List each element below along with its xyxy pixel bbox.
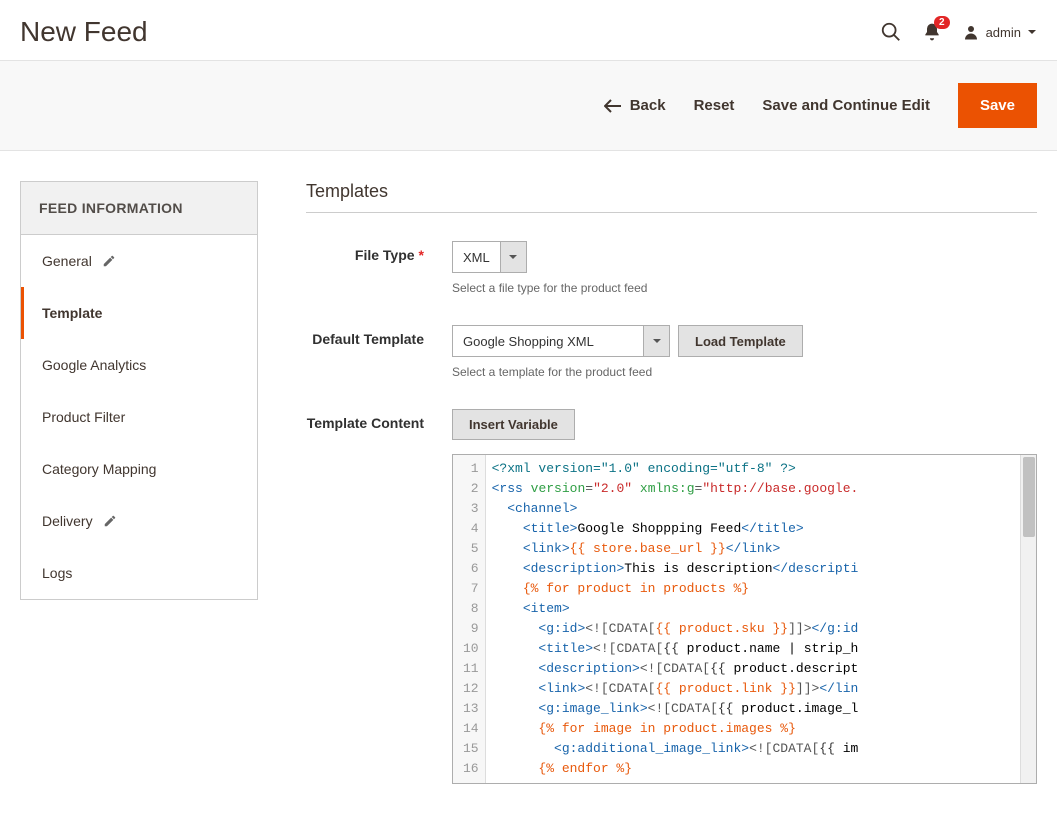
file-type-value: XML — [453, 242, 500, 272]
sidebar-item-general[interactable]: General — [21, 235, 257, 287]
insert-variable-button[interactable]: Insert Variable — [452, 409, 575, 440]
sidebar-item-label: Category Mapping — [42, 461, 156, 477]
sidebar-item-logs[interactable]: Logs — [21, 547, 257, 599]
action-bar: Back Reset Save and Continue Edit Save — [0, 60, 1057, 151]
template-content-label: Template Content — [306, 409, 452, 431]
sidebar-item-label: Delivery — [42, 513, 93, 529]
sidebar-header: FEED INFORMATION — [21, 182, 257, 235]
code-gutter: 12345678910111213141516 — [453, 455, 486, 783]
sidebar-item-category-mapping[interactable]: Category Mapping — [21, 443, 257, 495]
back-label: Back — [630, 97, 666, 114]
search-icon[interactable] — [880, 21, 902, 43]
sidebar-item-label: Template — [42, 305, 102, 321]
section-title: Templates — [306, 181, 1037, 213]
scrollbar-vertical[interactable] — [1020, 455, 1036, 783]
sidebar-item-product-filter[interactable]: Product Filter — [21, 391, 257, 443]
user-menu[interactable]: admin — [962, 23, 1037, 41]
file-type-select[interactable]: XML — [452, 241, 527, 273]
save-continue-button[interactable]: Save and Continue Edit — [762, 97, 930, 114]
notification-badge: 2 — [934, 16, 950, 29]
back-button[interactable]: Back — [604, 97, 666, 114]
sidebar-item-google-analytics[interactable]: Google Analytics — [21, 339, 257, 391]
sidebar-item-label: Google Analytics — [42, 357, 146, 373]
code-editor[interactable]: 12345678910111213141516 <?xml version="1… — [452, 454, 1037, 784]
sidebar: FEED INFORMATION General Template Google… — [20, 181, 258, 600]
sidebar-item-label: Logs — [42, 565, 72, 581]
sidebar-item-delivery[interactable]: Delivery — [21, 495, 257, 547]
pencil-icon — [102, 254, 116, 268]
chevron-down-icon — [500, 242, 526, 272]
notifications-icon[interactable]: 2 — [922, 22, 942, 42]
sidebar-item-label: Product Filter — [42, 409, 125, 425]
page-title: New Feed — [20, 16, 148, 48]
code-body[interactable]: <?xml version="1.0" encoding="utf-8" ?><… — [486, 455, 1020, 783]
username: admin — [986, 25, 1021, 40]
pencil-icon — [103, 514, 117, 528]
default-template-hint: Select a template for the product feed — [452, 365, 1037, 379]
file-type-label: File Type* — [306, 241, 452, 263]
reset-label: Reset — [694, 97, 735, 114]
default-template-value: Google Shopping XML — [453, 326, 643, 356]
chevron-down-icon — [643, 326, 669, 356]
save-continue-label: Save and Continue Edit — [762, 97, 930, 114]
save-button[interactable]: Save — [958, 83, 1037, 128]
scrollbar-thumb[interactable] — [1023, 457, 1035, 537]
user-icon — [962, 23, 980, 41]
load-template-button[interactable]: Load Template — [678, 325, 803, 357]
sidebar-item-template[interactable]: Template — [21, 287, 257, 339]
default-template-label: Default Template — [306, 325, 452, 347]
arrow-left-icon — [604, 99, 622, 113]
file-type-hint: Select a file type for the product feed — [452, 281, 1037, 295]
reset-button[interactable]: Reset — [694, 97, 735, 114]
sidebar-item-label: General — [42, 253, 92, 269]
default-template-select[interactable]: Google Shopping XML — [452, 325, 670, 357]
chevron-down-icon — [1027, 27, 1037, 37]
